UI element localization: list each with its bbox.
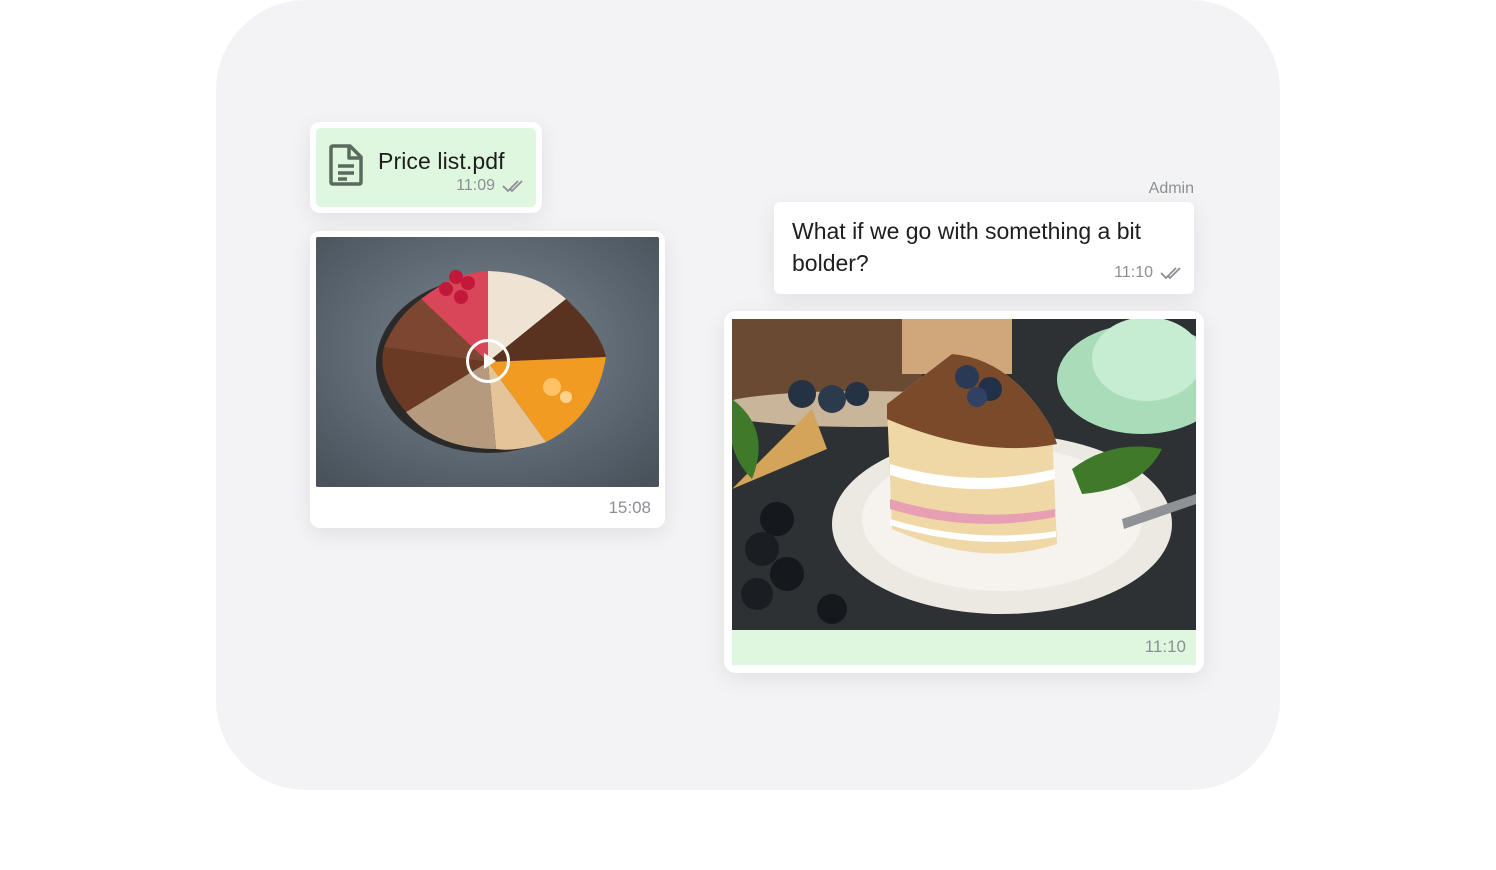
photo-thumbnail[interactable]: [732, 319, 1196, 630]
admin-message-bubble[interactable]: What if we go with something a bit bolde…: [774, 202, 1194, 294]
double-check-icon: [502, 180, 523, 193]
document-icon: [329, 144, 363, 186]
video-message-bubble[interactable]: 15:08: [310, 231, 665, 528]
photo-message-time: 11:10: [1144, 637, 1186, 656]
double-check-icon: [1160, 267, 1181, 280]
admin-message-time: 11:10: [1114, 264, 1153, 281]
file-message-time: 11:09: [456, 177, 495, 194]
cake-slice-image: [732, 319, 1196, 630]
play-icon[interactable]: [466, 339, 510, 383]
admin-message-meta: 11:10: [1114, 264, 1184, 282]
sender-name: Admin: [1148, 180, 1194, 197]
photo-message-bubble[interactable]: 11:10: [724, 311, 1204, 673]
file-message-bubble[interactable]: Price list.pdf 11:09: [310, 122, 542, 213]
video-message-time: 15:08: [608, 498, 651, 517]
photo-message-footer: 11:10: [732, 630, 1196, 665]
file-name[interactable]: Price list.pdf: [378, 148, 505, 175]
file-message-meta: 11:09: [456, 177, 526, 195]
video-thumbnail[interactable]: [316, 237, 659, 487]
file-message-inner: Price list.pdf 11:09: [316, 128, 536, 207]
